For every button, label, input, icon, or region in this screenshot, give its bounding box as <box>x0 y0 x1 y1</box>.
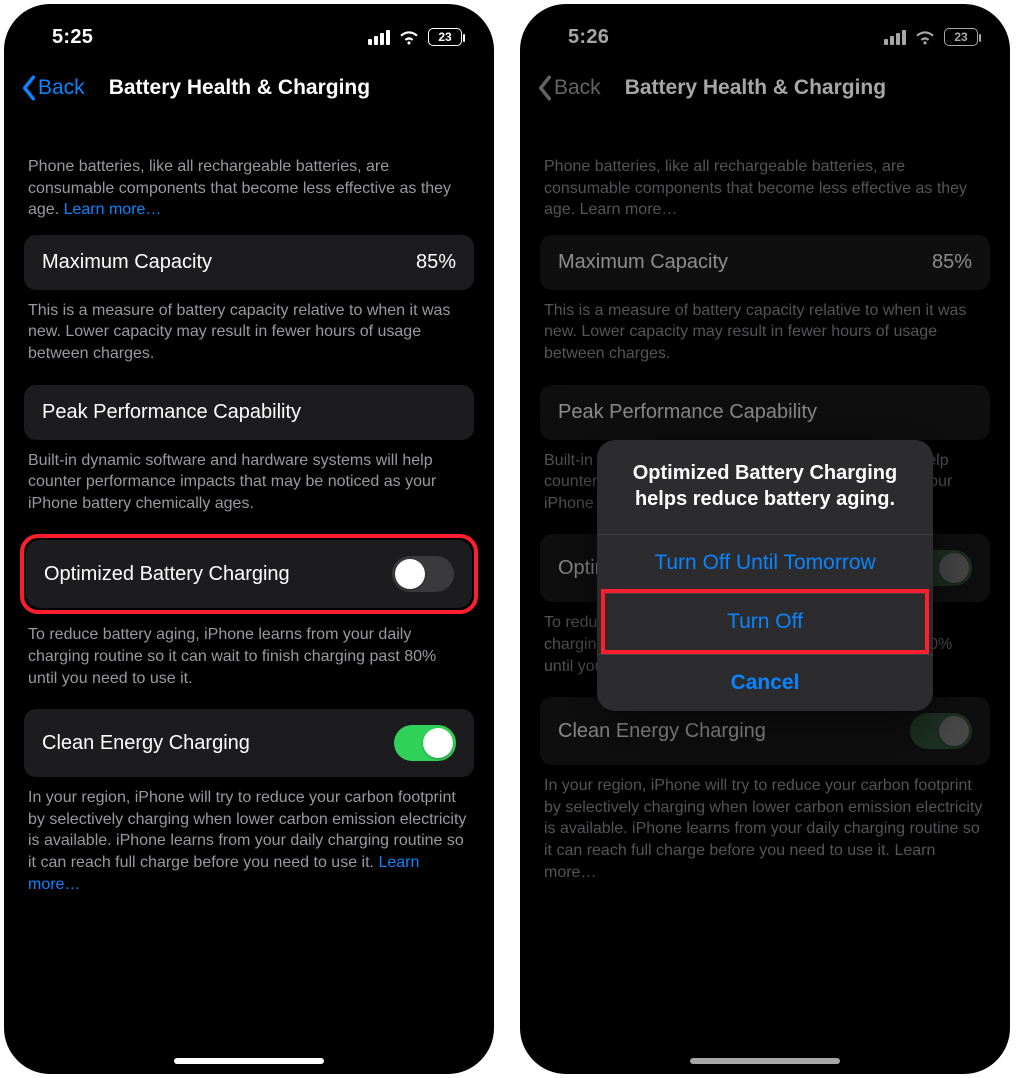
highlight-optimized-row: Optimized Battery Charging <box>20 534 478 614</box>
back-label: Back <box>38 76 85 100</box>
clean-energy-label: Clean Energy Charging <box>42 732 250 755</box>
status-time: 5:26 <box>568 26 609 49</box>
peak-performance-label: Peak Performance Capability <box>558 401 817 424</box>
status-icons: 23 <box>884 28 978 46</box>
page-title: Battery Health & Charging <box>109 76 370 100</box>
chevron-left-icon <box>536 75 554 101</box>
action-sheet: Optimized Battery Charging helps reduce … <box>597 440 933 711</box>
status-bar: 5:25 23 <box>4 4 494 62</box>
clean-energy-label: Clean Energy Charging <box>558 720 766 743</box>
page-title: Battery Health & Charging <box>625 76 886 100</box>
intro-note: Phone batteries, like all rechargeable b… <box>540 114 990 235</box>
peak-performance-label: Peak Performance Capability <box>42 401 301 424</box>
settings-content: Phone batteries, like all rechargeable b… <box>4 114 494 915</box>
clean-energy-row[interactable]: Clean Energy Charging <box>24 709 474 777</box>
cellular-signal-icon <box>884 30 906 45</box>
status-time: 5:25 <box>52 26 93 49</box>
optimized-charging-note: To reduce battery aging, iPhone learns f… <box>24 614 474 709</box>
maximum-capacity-row[interactable]: Maximum Capacity 85% <box>24 235 474 290</box>
battery-percent: 23 <box>438 30 451 44</box>
clean-energy-toggle[interactable] <box>394 725 456 761</box>
phone-right: 5:26 23 Back Battery Health & Charging P… <box>520 4 1010 1074</box>
action-sheet-title: Optimized Battery Charging helps reduce … <box>597 440 933 534</box>
turn-off-until-tomorrow-button[interactable]: Turn Off Until Tomorrow <box>597 534 933 591</box>
wifi-icon <box>398 29 420 45</box>
clean-energy-toggle <box>910 713 972 749</box>
peak-performance-row: Peak Performance Capability <box>540 385 990 440</box>
home-indicator[interactable] <box>174 1058 324 1064</box>
nav-bar: Back Battery Health & Charging <box>4 62 494 114</box>
highlight-turn-off: Turn Off <box>601 589 929 654</box>
back-label: Back <box>554 76 601 100</box>
intro-note: Phone batteries, like all rechargeable b… <box>24 114 474 235</box>
maximum-capacity-label: Maximum Capacity <box>558 251 728 274</box>
battery-level-icon: 23 <box>428 28 462 46</box>
learn-more-link[interactable]: Learn more… <box>64 201 162 218</box>
maximum-capacity-note: This is a measure of battery capacity re… <box>24 290 474 385</box>
back-button[interactable]: Back <box>530 71 607 105</box>
optimized-charging-label: Optimized Battery Charging <box>44 563 290 586</box>
battery-percent: 23 <box>954 30 967 44</box>
turn-off-button[interactable]: Turn Off <box>605 593 925 650</box>
maximum-capacity-note: This is a measure of battery capacity re… <box>540 290 990 385</box>
nav-bar: Back Battery Health & Charging <box>520 62 1010 114</box>
optimized-charging-row[interactable]: Optimized Battery Charging <box>26 540 472 608</box>
wifi-icon <box>914 29 936 45</box>
phone-left: 5:25 23 Back Battery Health & Charging P… <box>4 4 494 1074</box>
peak-performance-row[interactable]: Peak Performance Capability <box>24 385 474 440</box>
home-indicator[interactable] <box>690 1058 840 1064</box>
status-bar: 5:26 23 <box>520 4 1010 62</box>
maximum-capacity-row: Maximum Capacity 85% <box>540 235 990 290</box>
optimized-charging-toggle[interactable] <box>392 556 454 592</box>
learn-more-link: Learn more… <box>580 201 678 218</box>
maximum-capacity-label: Maximum Capacity <box>42 251 212 274</box>
maximum-capacity-value: 85% <box>416 251 456 274</box>
clean-energy-note: In your region, iPhone will try to reduc… <box>540 765 990 903</box>
cancel-button[interactable]: Cancel <box>597 654 933 711</box>
peak-performance-note: Built-in dynamic software and hardware s… <box>24 440 474 535</box>
status-icons: 23 <box>368 28 462 46</box>
battery-level-icon: 23 <box>944 28 978 46</box>
clean-energy-note: In your region, iPhone will try to reduc… <box>24 777 474 915</box>
cellular-signal-icon <box>368 30 390 45</box>
back-button[interactable]: Back <box>14 71 91 105</box>
chevron-left-icon <box>20 75 38 101</box>
maximum-capacity-value: 85% <box>932 251 972 274</box>
